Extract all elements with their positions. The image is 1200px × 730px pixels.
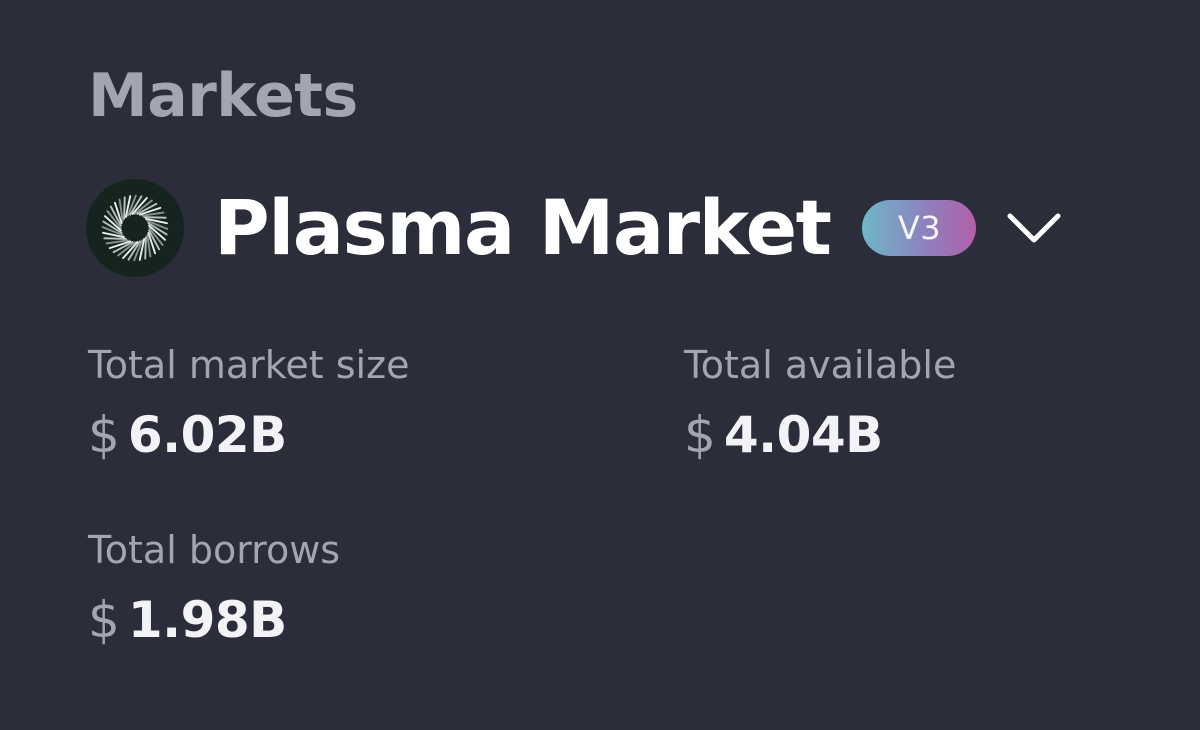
stat-value: $ 4.04B xyxy=(684,410,956,460)
stat-label: Total available xyxy=(684,343,957,387)
currency-symbol: $ xyxy=(88,406,120,464)
stat-amount: 4.04B xyxy=(723,406,883,464)
version-badge: V3 xyxy=(862,200,977,256)
stat-total-borrows: Total borrows $ 1.98B xyxy=(88,531,340,645)
market-name: Plasma Market xyxy=(214,183,832,272)
stat-value: $ 1.98B xyxy=(88,595,340,645)
plasma-logo-icon xyxy=(86,179,184,277)
chevron-down-icon[interactable] xyxy=(1006,210,1062,246)
stat-label: Total borrows xyxy=(88,528,341,572)
currency-symbol: $ xyxy=(88,591,120,649)
stat-value: $ 6.02B xyxy=(88,410,409,460)
stat-total-available: Total available $ 4.04B xyxy=(684,346,956,460)
page-eyebrow-title: Markets xyxy=(88,61,358,131)
market-selector[interactable]: Plasma Market V3 xyxy=(86,172,1062,284)
stat-amount: 6.02B xyxy=(127,406,287,464)
stat-label: Total market size xyxy=(88,343,410,387)
currency-symbol: $ xyxy=(684,406,716,464)
stat-amount: 1.98B xyxy=(127,591,287,649)
stat-total-market-size: Total market size $ 6.02B xyxy=(88,346,409,460)
